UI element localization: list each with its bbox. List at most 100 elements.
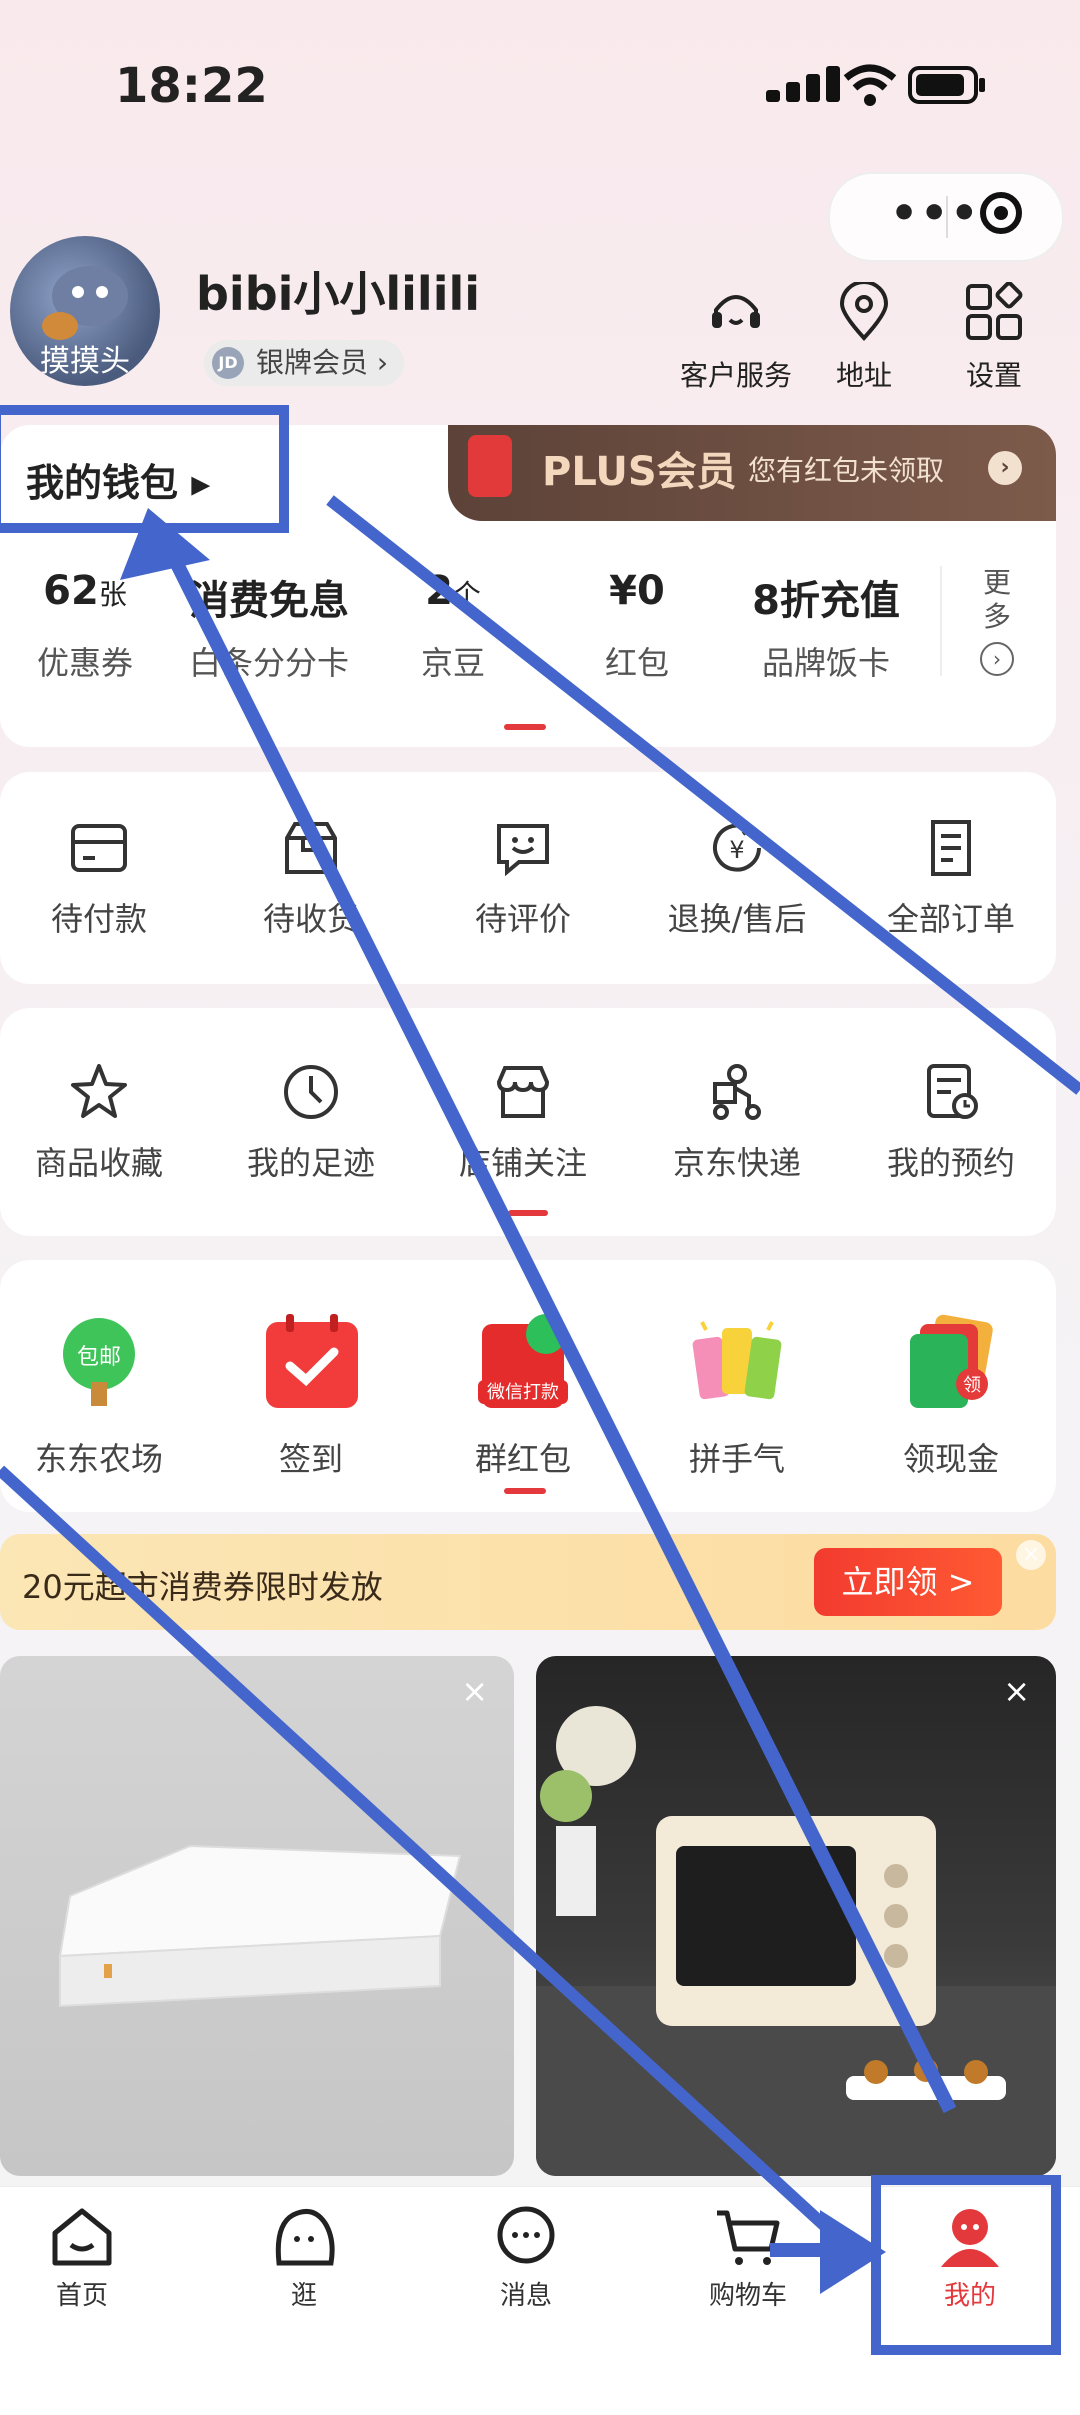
plus-member-banner[interactable]: PLUS会员 您有红包未领取 › xyxy=(448,425,1056,521)
claim-now-button[interactable]: 立即领 > xyxy=(814,1548,1002,1616)
battery-icon xyxy=(908,66,985,104)
address-label: 地址 xyxy=(835,359,892,392)
order-all[interactable]: 全部订单 xyxy=(856,818,1046,940)
plus-title: PLUS会员 xyxy=(542,449,737,495)
wallet-item-meal-card[interactable]: 8折充值 品牌饭卡 xyxy=(726,568,926,684)
mattress-image xyxy=(58,1844,462,2008)
member-badge[interactable]: JD 银牌会员 › xyxy=(204,340,405,386)
order-pending-payment[interactable]: 待付款 xyxy=(4,818,194,940)
red-packet-icon xyxy=(468,435,512,497)
cart-icon xyxy=(717,2210,780,2265)
close-icon[interactable]: × xyxy=(1016,1540,1046,1570)
product-card-oven[interactable]: × xyxy=(536,1656,1056,2176)
home-icon xyxy=(52,2208,112,2266)
settings-button[interactable]: 设置 xyxy=(934,282,1054,394)
service-label: 我的足迹 xyxy=(246,1144,375,1182)
close-icon[interactable]: × xyxy=(1003,1672,1030,1710)
username[interactable]: bibi小小lilili xyxy=(196,258,480,324)
wallet-label: 红包 xyxy=(604,644,669,682)
tab-explore[interactable]: 逛 xyxy=(224,2205,384,2312)
courier-icon xyxy=(713,1064,761,1120)
service-jd-express[interactable]: 京东快递 xyxy=(642,1062,832,1184)
oven-image xyxy=(536,1706,1056,2176)
activity-label: 拼手气 xyxy=(688,1440,785,1478)
activity-farm[interactable]: 包邮 东东农场 xyxy=(4,1308,194,1480)
order-label: 待评价 xyxy=(474,900,571,938)
address-button[interactable]: 地址 xyxy=(804,282,924,394)
order-pending-receipt[interactable]: 待收货 xyxy=(216,818,406,940)
wallet-label: 优惠券 xyxy=(36,644,133,682)
activity-label: 群红包 xyxy=(474,1440,571,1478)
tab-label: 消息 xyxy=(499,2281,552,2311)
wallet-value: 8折充值 xyxy=(752,578,900,624)
avatar-caption: 摸摸头 xyxy=(40,344,130,379)
red-envelope-icon: 微信打款 xyxy=(478,1314,568,1408)
message-icon xyxy=(497,2206,555,2264)
order-list-icon xyxy=(931,820,971,876)
service-followed-shops[interactable]: 店铺关注 xyxy=(428,1062,618,1184)
service-label: 商品收藏 xyxy=(34,1144,163,1182)
service-history[interactable]: 我的足迹 xyxy=(216,1062,406,1184)
activity-get-cash[interactable]: 领 领现金 xyxy=(856,1308,1046,1480)
cash-cards-icon: 领 xyxy=(910,1314,993,1408)
service-favorites[interactable]: 商品收藏 xyxy=(4,1062,194,1184)
avatar[interactable]: 摸摸头 xyxy=(10,236,160,386)
promo-banner[interactable]: 20元超市消费券限时发放 立即领 > × xyxy=(0,1534,1056,1630)
activities-page-indicator xyxy=(504,1488,546,1494)
wallet-more-button[interactable]: 更 多 › xyxy=(940,566,1052,676)
box-icon xyxy=(285,822,337,874)
tab-home[interactable]: 首页 xyxy=(2,2205,162,2312)
tab-profile[interactable]: 我的 xyxy=(890,2205,1050,2312)
wallet-item-hongbao[interactable]: ¥0 红包 xyxy=(542,568,732,684)
wallet-unit: 张 xyxy=(98,578,127,611)
wifi-icon xyxy=(843,64,897,106)
wallet-page-indicator xyxy=(504,724,546,730)
close-miniprogram-icon[interactable] xyxy=(980,192,1022,234)
order-label: 全部订单 xyxy=(886,900,1015,938)
order-label: 待收货 xyxy=(262,900,359,938)
wallet-title[interactable]: 我的钱包 ▸ xyxy=(26,452,210,507)
customer-service-label: 客户服务 xyxy=(679,359,792,392)
customer-service-button[interactable]: 客户服务 xyxy=(676,282,796,394)
close-icon[interactable]: × xyxy=(461,1672,488,1710)
clock-icon xyxy=(284,1065,338,1119)
activity-checkin[interactable]: 签到 xyxy=(216,1308,406,1480)
service-label: 我的预约 xyxy=(886,1144,1015,1182)
more-label-2: 多 xyxy=(982,600,1011,633)
activity-label: 领现金 xyxy=(902,1440,999,1478)
activity-group-red-packet[interactable]: 微信打款 群红包 xyxy=(428,1308,618,1480)
more-label-1: 更 xyxy=(982,566,1011,599)
location-pin-icon xyxy=(839,282,889,341)
wallet-value: ¥0 xyxy=(609,568,665,614)
tab-messages[interactable]: 消息 xyxy=(446,2205,606,2312)
refund-icon: ¥ xyxy=(713,820,761,872)
order-pending-review[interactable]: 待评价 xyxy=(428,818,618,940)
wallet-item-jingdou[interactable]: 2个 京豆 xyxy=(358,568,548,684)
tab-label: 逛 xyxy=(290,2281,317,2311)
grid-settings-icon xyxy=(966,282,1023,340)
farm-tree-icon: 包邮 xyxy=(63,1318,135,1406)
wallet-value: 62 xyxy=(43,568,99,614)
chevron-right-icon: › xyxy=(988,451,1022,485)
service-reservations[interactable]: 我的预约 xyxy=(856,1062,1046,1184)
wallet-item-coupons[interactable]: 62张 优惠券 xyxy=(0,568,180,684)
plus-subtitle: 您有红包未领取 xyxy=(748,454,945,487)
tab-label: 我的 xyxy=(943,2281,996,2311)
member-badge-label: 银牌会员 › xyxy=(256,346,389,379)
promo-text: 20元超市消费券限时发放 xyxy=(22,1568,383,1606)
tab-cart[interactable]: 购物车 xyxy=(668,2205,828,2312)
jd-logo-icon: JD xyxy=(212,347,244,379)
service-label: 店铺关注 xyxy=(458,1144,587,1182)
activity-luck[interactable]: 拼手气 xyxy=(642,1308,832,1480)
status-time: 18:22 xyxy=(115,58,268,114)
settings-label: 设置 xyxy=(965,359,1022,392)
activity-label: 签到 xyxy=(278,1440,343,1478)
order-refund[interactable]: ¥ 退换/售后 xyxy=(642,818,832,940)
miniprogram-capsule: ••• xyxy=(828,172,1064,262)
wallet-item-baitiao[interactable]: 消费免息 白条分分卡 xyxy=(174,568,364,684)
product-card-mattress[interactable]: × xyxy=(0,1656,514,2176)
red-packet-tag: 微信打款 xyxy=(487,1382,559,1403)
wallet-label: 品牌饭卡 xyxy=(761,644,890,682)
more-dots-icon[interactable]: ••• xyxy=(890,188,980,239)
reservation-icon xyxy=(927,1064,978,1119)
